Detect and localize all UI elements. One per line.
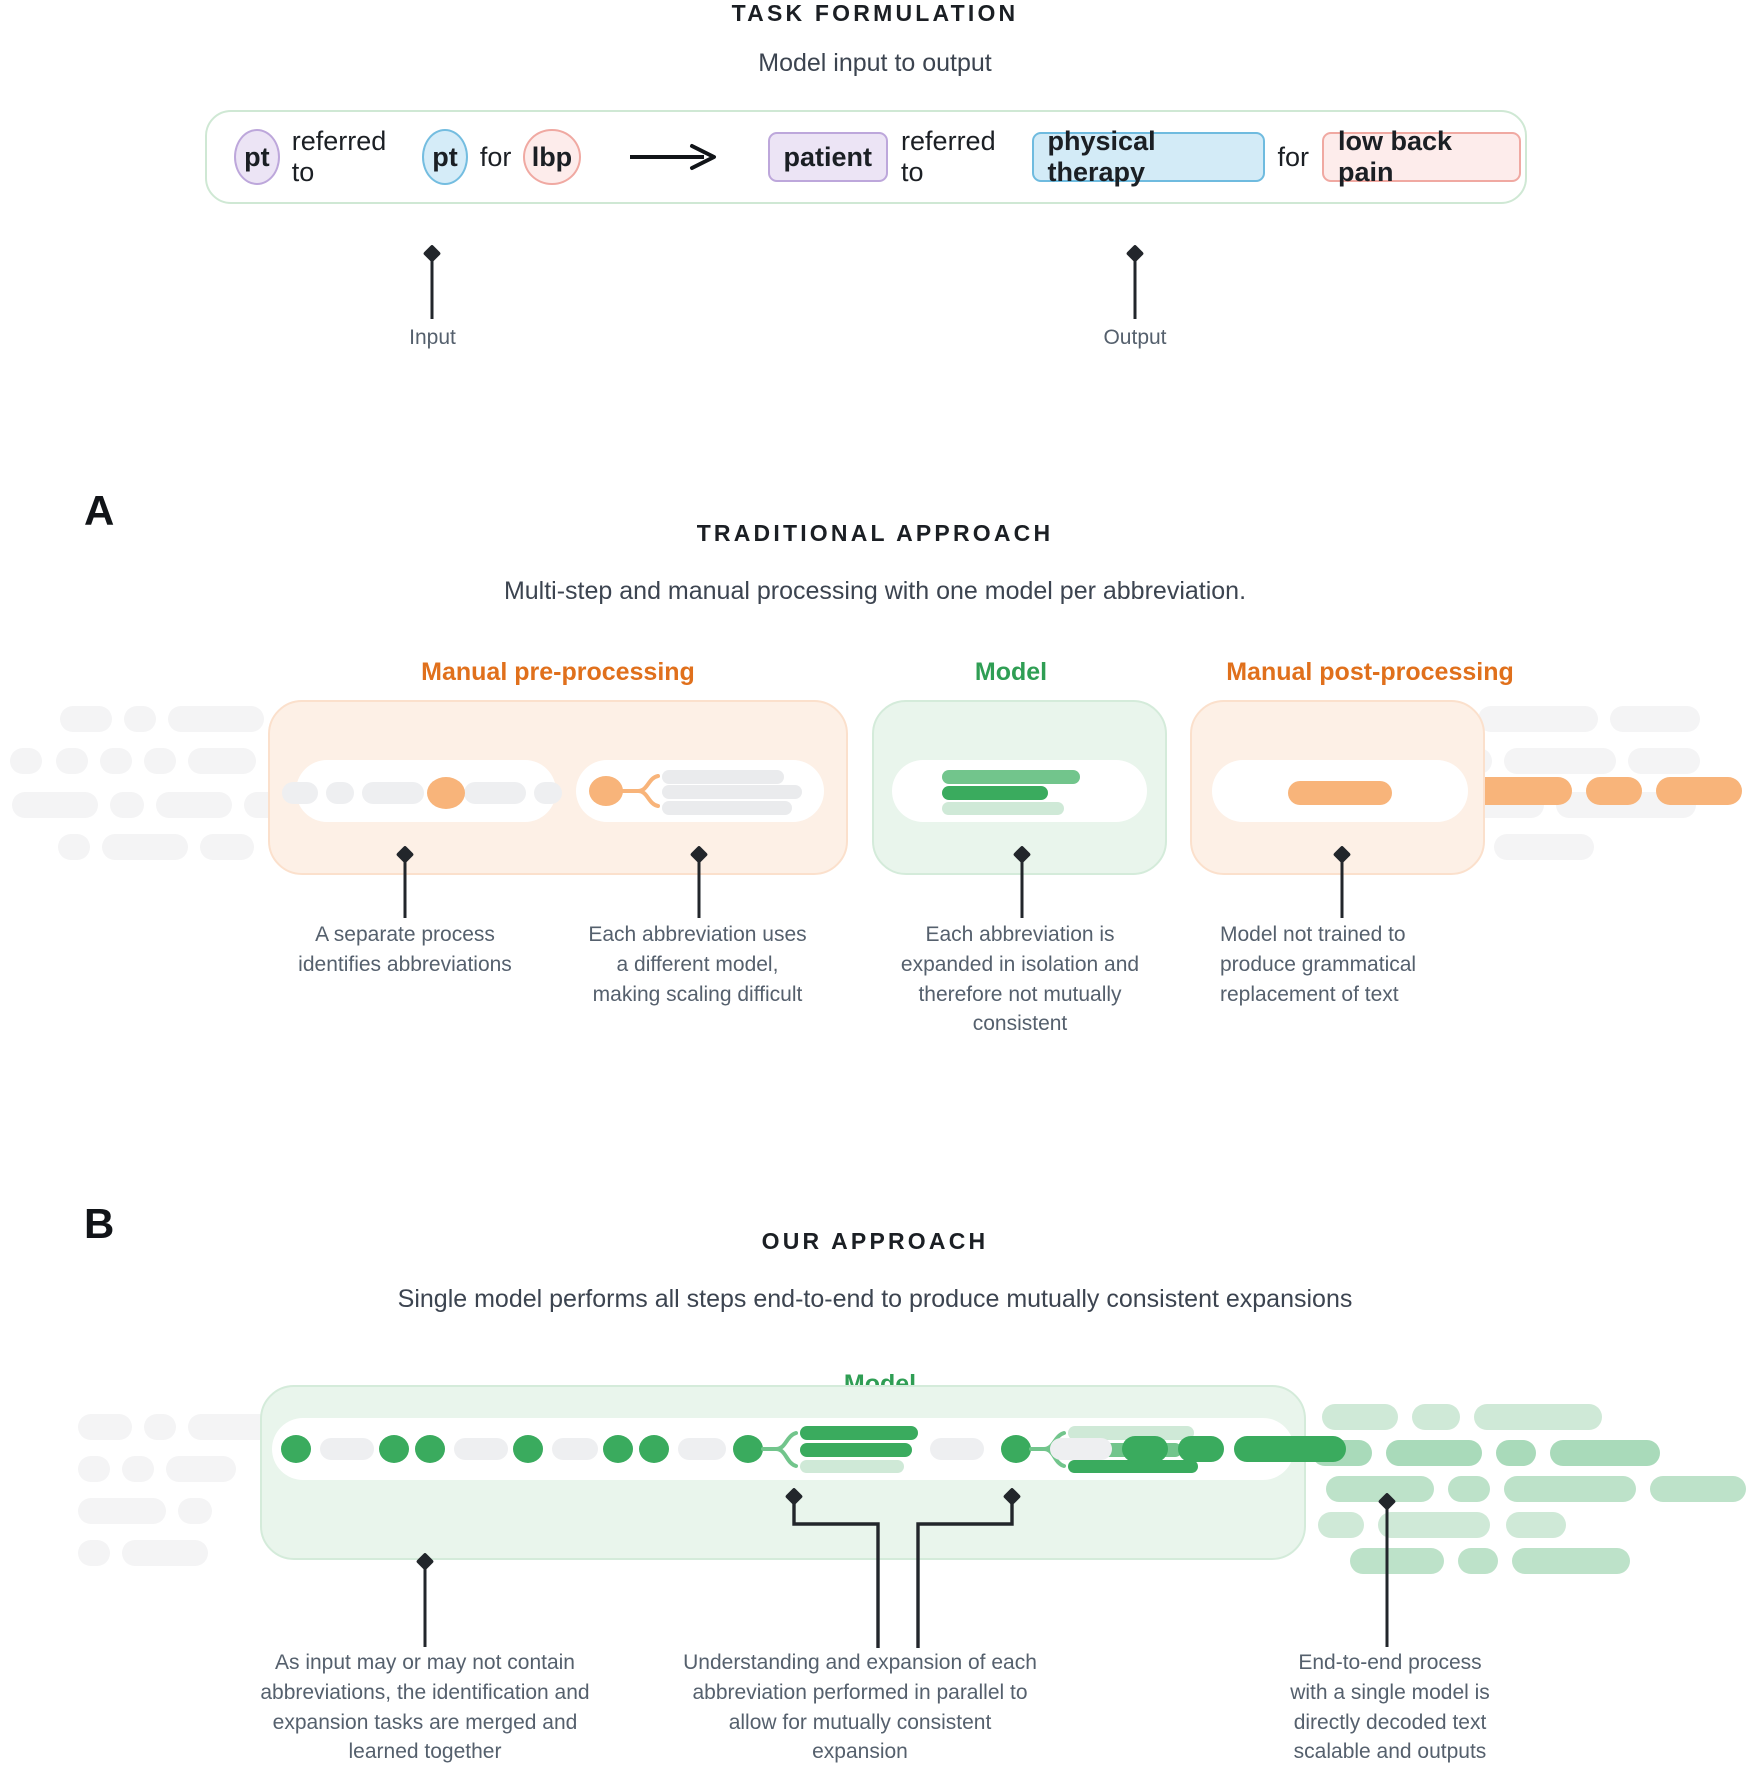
stage-label-model: Model xyxy=(974,658,1048,686)
annotation-pointer-b1 xyxy=(415,1552,435,1647)
plain-token-referred-to-1: referred to xyxy=(291,126,387,187)
pointer-stem xyxy=(423,1563,427,1647)
abbr-token-pt-1: pt xyxy=(234,129,280,185)
annotation-pointer-a2 xyxy=(689,845,709,918)
annotation-pointer-a4 xyxy=(1332,845,1352,918)
annotation-label-a1: A separate process identifies abbreviati… xyxy=(298,923,512,976)
panel-b-subtitle: Single model performs all steps end-to-e… xyxy=(397,1285,1353,1313)
input-sequence: pt referred to pt for lbp xyxy=(207,126,584,188)
annotation-label-b1: As input may or may not contain abbrevia… xyxy=(260,1651,590,1764)
plain-token-referred-to-2: referred to xyxy=(901,126,996,187)
abbreviation-fork-icon xyxy=(589,770,802,815)
post-processing-token xyxy=(1288,781,1392,805)
abbr-token-pt-2: pt xyxy=(422,129,468,185)
output-pointer xyxy=(1125,244,1145,319)
pointer-stem xyxy=(403,856,407,918)
plain-token-for-1: for xyxy=(479,141,512,172)
panel-a-subtitle: Multi-step and manual processing with on… xyxy=(503,577,1247,605)
annotation-label-b3: End-to-end process with a single model i… xyxy=(1290,1651,1490,1764)
annotation-elbow-b2 xyxy=(785,1488,880,1648)
annotation-label-a4: Model not trained to produce grammatical… xyxy=(1220,923,1417,1006)
input-pointer xyxy=(422,244,442,319)
annotation-elbow-b3 xyxy=(916,1488,1021,1648)
annotation-label-a3: Each abbreviation is expanded in isolati… xyxy=(900,923,1140,1036)
model-decoded-output-tokens xyxy=(1050,1436,1346,1462)
pointer-stem xyxy=(1340,856,1344,918)
abbr-token-lbp: lbp xyxy=(523,129,581,185)
expansion-token-patient: patient xyxy=(767,132,889,182)
right-arrow-icon xyxy=(628,144,720,170)
task-formulation-title: TASK FORMULATION xyxy=(731,0,1019,26)
annotation-label-b2: Understanding and expansion of each abbr… xyxy=(683,1651,1037,1764)
highlighted-abbreviation-token xyxy=(427,777,465,809)
annotation-pointer-a1 xyxy=(395,845,415,918)
plain-token-for-2: for xyxy=(1277,141,1310,172)
annotation-label-a2: Each abbreviation uses a different model… xyxy=(588,923,807,1006)
panel-a-title: TRADITIONAL APPROACH xyxy=(696,520,1054,546)
annotation-pointer-a3 xyxy=(1012,845,1032,918)
model-output-lines-a xyxy=(942,770,1080,815)
expansion-token-low-back-pain: low back pain xyxy=(1322,126,1522,187)
pointer-stem xyxy=(697,856,701,918)
input-pointer-label: Input xyxy=(409,326,456,349)
annotation-pointer-b3 xyxy=(1377,1492,1397,1647)
model-output-token-stream xyxy=(1312,1404,1746,1574)
panel-b-title: OUR APPROACH xyxy=(761,1228,989,1254)
output-sequence: patient referred to physical therapy for… xyxy=(764,126,1525,188)
task-formulation-subtitle: Model input to output xyxy=(758,49,992,77)
pointer-stem xyxy=(1020,856,1024,918)
pointer-stem xyxy=(1385,1503,1389,1647)
expansion-token-physical-therapy: physical therapy xyxy=(1031,126,1265,187)
task-formulation-box: pt referred to pt for lbp patient referr… xyxy=(205,110,1527,204)
output-pointer-label: Output xyxy=(1103,326,1167,349)
stage-label-pre-processing: Manual pre-processing xyxy=(421,658,695,686)
stage-label-post-processing: Manual post-processing xyxy=(1226,658,1514,686)
pointer-stem xyxy=(430,255,434,319)
task-formulation-section: TASK FORMULATION Model input to output p… xyxy=(0,0,1750,349)
pointer-stem xyxy=(1133,255,1137,319)
pre-processing-tokens xyxy=(282,777,562,809)
